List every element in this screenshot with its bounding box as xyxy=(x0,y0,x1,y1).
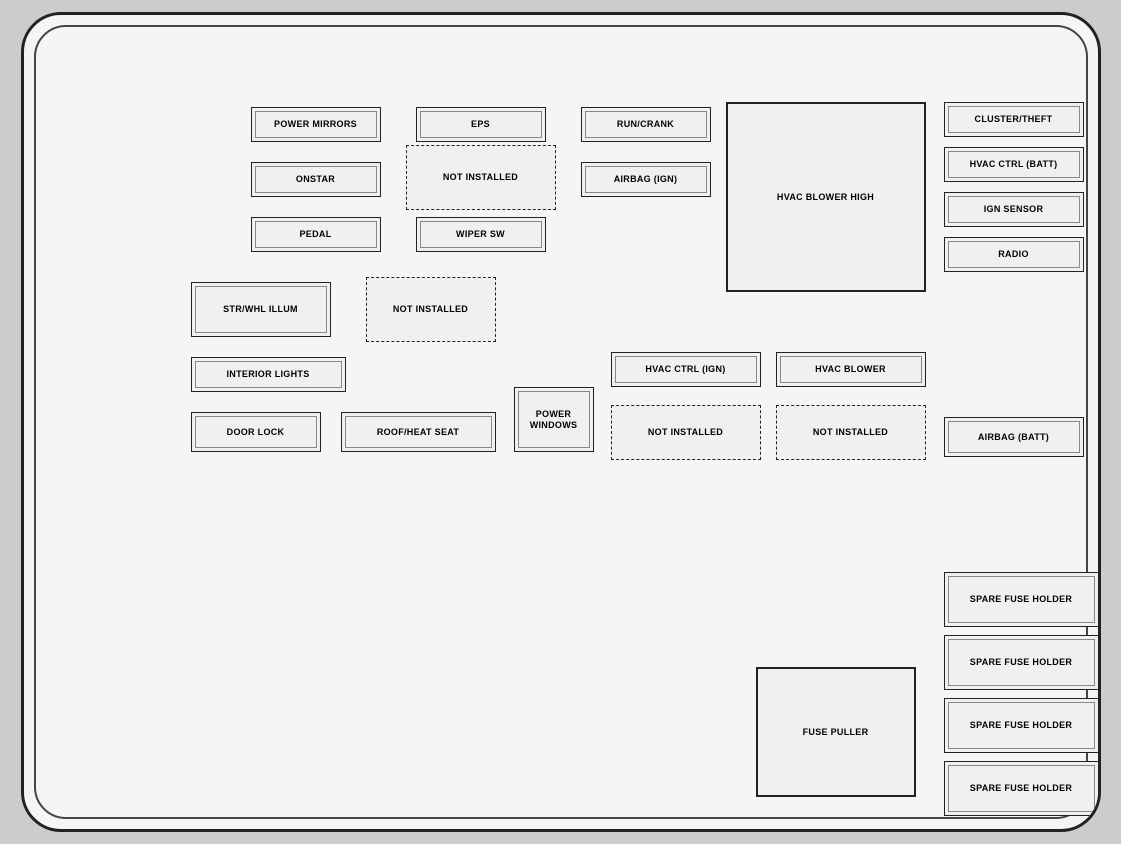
spare-fuse-2: SPARE FUSE HOLDER xyxy=(944,635,1099,690)
wiper-sw: WIPER SW xyxy=(416,217,546,252)
roof-heat-seat: ROOF/HEAT SEAT xyxy=(341,412,496,452)
spare-fuse-4: SPARE FUSE HOLDER xyxy=(944,761,1099,816)
spare-fuse-1: SPARE FUSE HOLDER xyxy=(944,572,1099,627)
not-installed-1: NOT INSTALLED xyxy=(406,145,556,210)
onstar: ONSTAR xyxy=(251,162,381,197)
run-crank: RUN/CRANK xyxy=(581,107,711,142)
fuse-puller: FUSE PULLER xyxy=(756,667,916,797)
str-whl-illum: STR/WHL ILLUM xyxy=(191,282,331,337)
hvac-blower: HVAC BLOWER xyxy=(776,352,926,387)
power-windows: POWER WINDOWS xyxy=(514,387,594,452)
hvac-ctrl-batt: HVAC CTRL (BATT) xyxy=(944,147,1084,182)
cluster-theft: CLUSTER/THEFT xyxy=(944,102,1084,137)
interior-lights: INTERIOR LIGHTS xyxy=(191,357,346,392)
airbag-batt: AIRBAG (BATT) xyxy=(944,417,1084,457)
pedal: PEDAL xyxy=(251,217,381,252)
diagram-inner: POWER MIRRORS EPS RUN/CRANK CLUSTER/THEFT ON… xyxy=(34,25,1088,819)
ign-sensor: IGN SENSOR xyxy=(944,192,1084,227)
radio: RADIO xyxy=(944,237,1084,272)
hvac-ctrl-ign: HVAC CTRL (IGN) xyxy=(611,352,761,387)
power-mirrors: POWER MIRRORS xyxy=(251,107,381,142)
hvac-blower-high: HVAC BLOWER HIGH xyxy=(726,102,926,292)
eps: EPS xyxy=(416,107,546,142)
fuse-box-diagram: POWER MIRRORS EPS RUN/CRANK CLUSTER/THEFT ON… xyxy=(21,12,1101,832)
spare-fuse-3: SPARE FUSE HOLDER xyxy=(944,698,1099,753)
not-installed-4: NOT INSTALLED xyxy=(776,405,926,460)
not-installed-3: NOT INSTALLED xyxy=(611,405,761,460)
airbag-ign: AIRBAG (IGN) xyxy=(581,162,711,197)
not-installed-2: NOT INSTALLED xyxy=(366,277,496,342)
door-lock: DOOR LOCK xyxy=(191,412,321,452)
